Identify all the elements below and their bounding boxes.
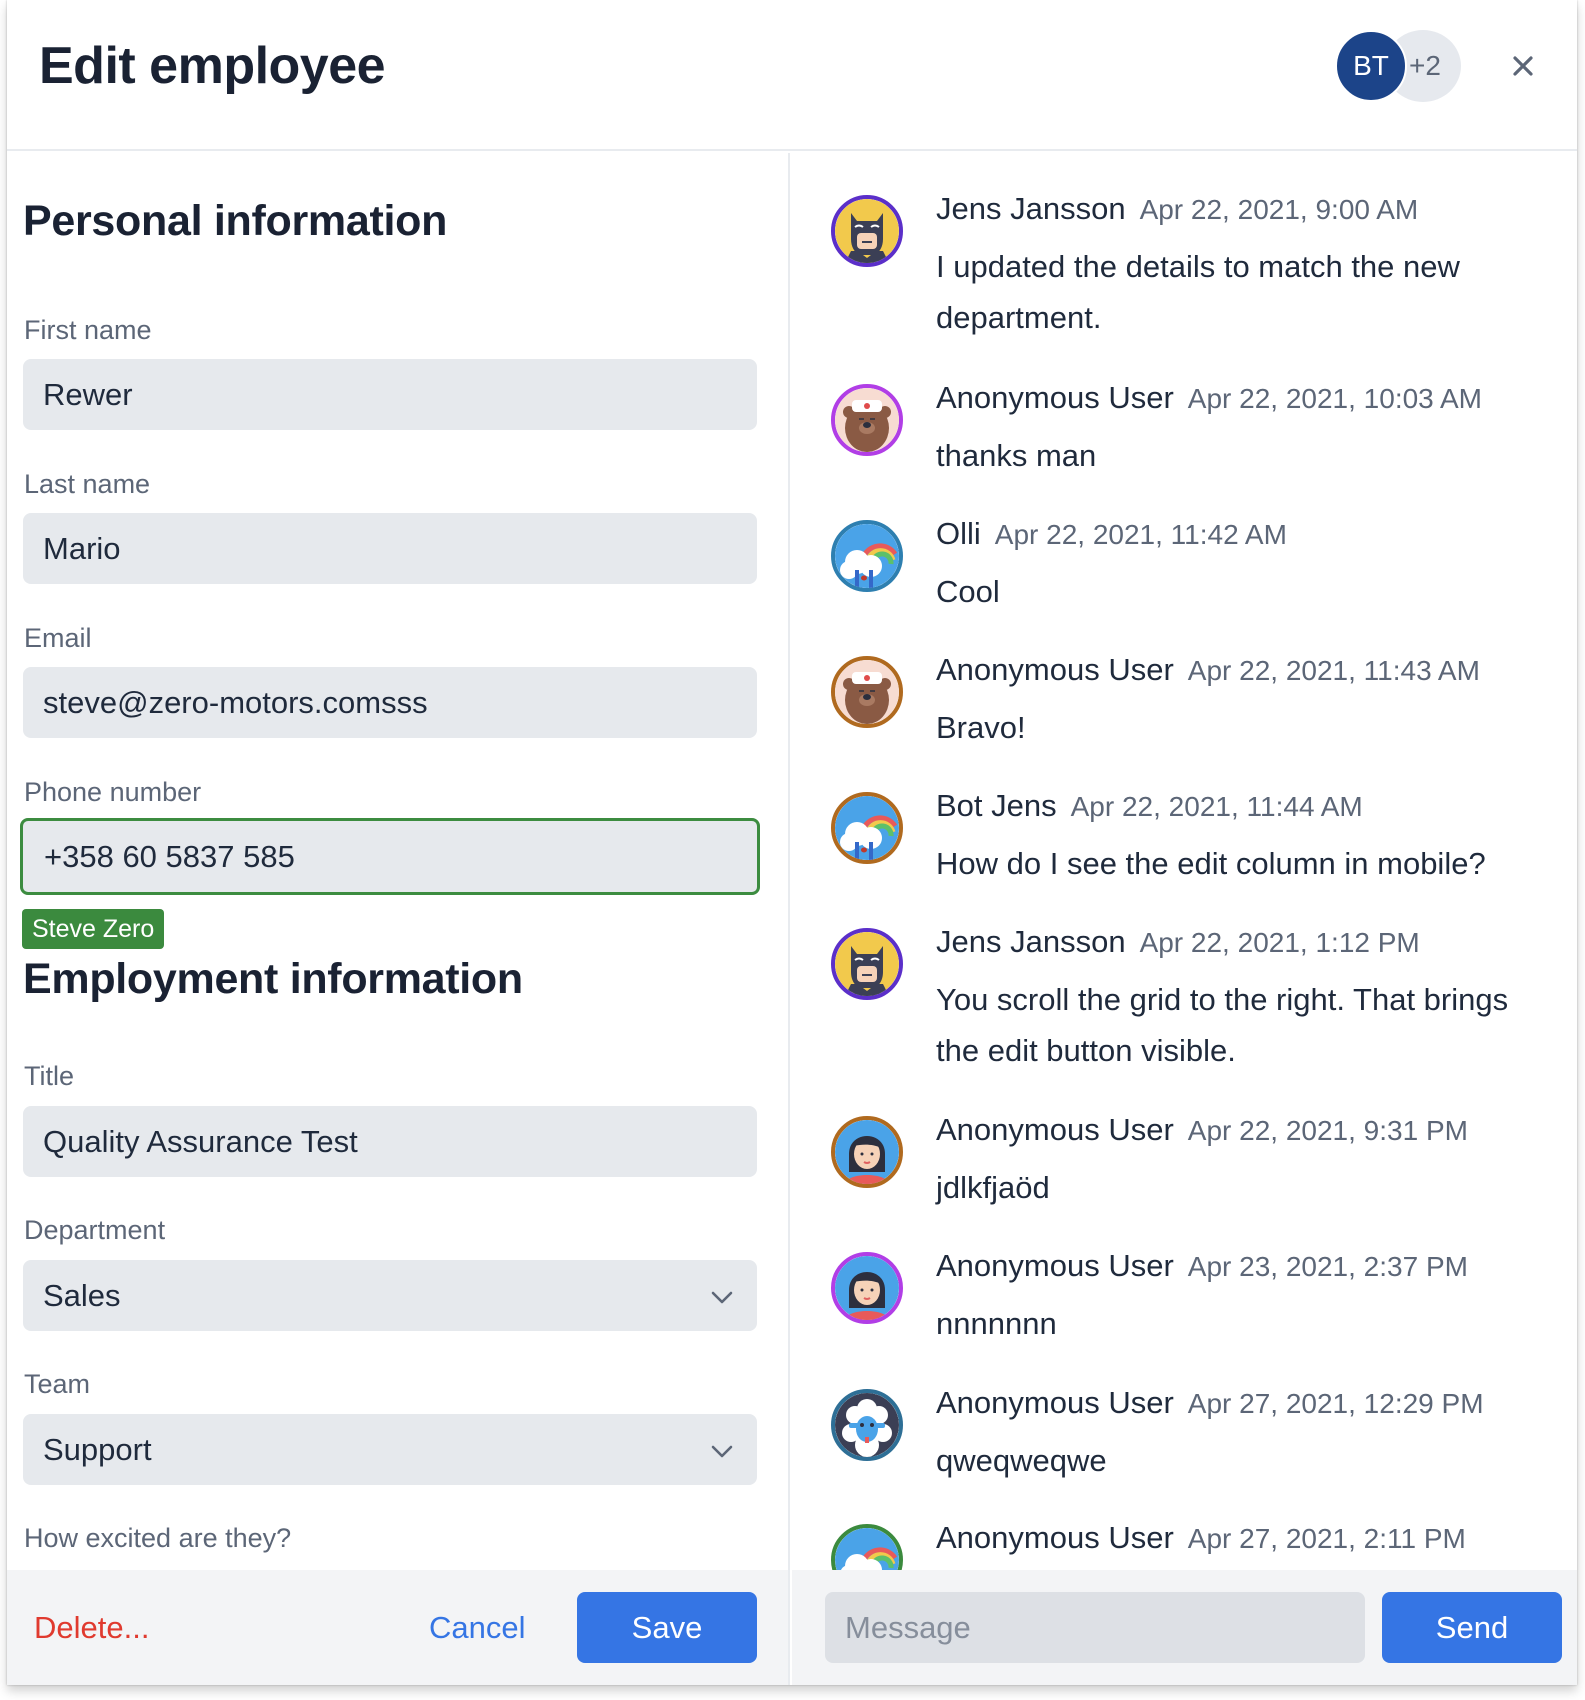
phone-label: Phone number	[24, 777, 202, 807]
author-name: Anonymous User	[936, 652, 1174, 687]
message-text: Cool	[936, 574, 1000, 609]
message-timestamp: Apr 22, 2021, 9:00 AM	[1139, 194, 1419, 225]
rainbow-avatar-icon	[831, 520, 903, 592]
message-text: Bravo!	[936, 710, 1026, 745]
title-label: Title	[24, 1061, 75, 1091]
comments-panel[interactable]: Jens Jansson Apr 22, 2021, 9:00 AM I updat…	[792, 153, 1577, 1570]
message-text: How do I see the edit column in mobile?	[936, 846, 1486, 881]
employment-info-heading: Employment information	[23, 955, 523, 1003]
first-name-label: First name	[24, 315, 152, 345]
delete-button[interactable]: Delete...	[34, 1592, 149, 1663]
message-timestamp: Apr 23, 2021, 2:37 PM	[1187, 1251, 1468, 1282]
close-icon	[1513, 56, 1533, 76]
message-author: Jens Jansson Apr 22, 2021, 1:12 PM	[936, 924, 1420, 960]
message-timestamp: Apr 22, 2021, 9:31 PM	[1187, 1115, 1468, 1146]
message-author: Bot Jens Apr 22, 2021, 11:44 AM	[936, 788, 1363, 824]
bear-avatar-icon	[831, 384, 903, 456]
phone-field[interactable]: +358 60 5837 585	[20, 818, 760, 895]
team-value: Support	[43, 1431, 152, 1467]
message-author: Anonymous User Apr 27, 2021, 2:11 PM	[936, 1520, 1466, 1556]
chevron-down-icon	[711, 1291, 733, 1304]
message-author: Anonymous User Apr 22, 2021, 9:31 PM	[936, 1112, 1468, 1148]
message-author: Anonymous User Apr 22, 2021, 10:03 AM	[936, 380, 1482, 416]
dialog-title: Edit employee	[39, 37, 386, 95]
rainbow-avatar-icon	[831, 792, 903, 864]
message-timestamp: Apr 22, 2021, 1:12 PM	[1139, 927, 1420, 958]
message-author: Jens Jansson Apr 22, 2021, 9:00 AM	[936, 191, 1418, 227]
message-timestamp: Apr 22, 2021, 10:03 AM	[1187, 383, 1482, 414]
message-text: thanks man	[936, 438, 1097, 473]
batman-avatar-icon	[831, 928, 903, 1000]
message-text: I updated the details to match the new d…	[936, 249, 1460, 335]
author-name: Anonymous User	[936, 1112, 1174, 1147]
message-timestamp: Apr 22, 2021, 11:42 AM	[994, 519, 1287, 550]
message-text: jdlkfjaöd	[936, 1170, 1050, 1205]
message-timestamp: Apr 27, 2021, 2:11 PM	[1187, 1523, 1466, 1554]
bear-avatar-icon	[831, 656, 903, 728]
dialog-header: Edit employee BT +2	[7, 0, 1577, 151]
personal-info-heading: Personal information	[23, 197, 448, 245]
message-text: nnnnnnn	[936, 1306, 1057, 1341]
last-name-field[interactable]: Mario	[23, 513, 757, 584]
message-author: Anonymous User Apr 22, 2021, 11:43 AM	[936, 652, 1480, 688]
girl-avatar-icon	[831, 1116, 903, 1188]
user-avatar[interactable]: BT	[1335, 30, 1407, 102]
rainbow-avatar-icon	[831, 1524, 903, 1570]
sheep-avatar-icon	[831, 1389, 903, 1461]
message-author: Anonymous User Apr 27, 2021, 12:29 PM	[936, 1385, 1484, 1421]
author-name: Jens Jansson	[936, 924, 1126, 959]
message-author: Anonymous User Apr 23, 2021, 2:37 PM	[936, 1248, 1468, 1284]
message-timestamp: Apr 22, 2021, 11:44 AM	[1070, 791, 1363, 822]
department-select[interactable]: Sales	[23, 1260, 757, 1331]
message-text: qweqweqwe	[936, 1443, 1107, 1478]
department-label: Department	[24, 1215, 166, 1245]
cancel-button[interactable]: Cancel	[429, 1592, 526, 1663]
message-input[interactable]	[825, 1592, 1365, 1663]
author-name: Olli	[936, 516, 981, 551]
form-footer: Delete... Cancel Save	[7, 1570, 790, 1685]
employee-form: Personal information First name Rewer La…	[7, 153, 790, 1570]
email-label: Email	[24, 623, 92, 653]
edit-employee-dialog: Edit employee BT +2 Personal information…	[7, 0, 1577, 1685]
message-timestamp: Apr 27, 2021, 12:29 PM	[1187, 1388, 1484, 1419]
batman-avatar-icon	[831, 195, 903, 267]
message-timestamp: Apr 22, 2021, 11:43 AM	[1187, 655, 1480, 686]
presence-avatar-group[interactable]: BT +2	[1335, 30, 1465, 102]
message-author: Olli Apr 22, 2021, 11:42 AM	[936, 516, 1287, 552]
team-select[interactable]: Support	[23, 1414, 757, 1485]
send-button[interactable]: Send	[1382, 1592, 1562, 1663]
message-text: You scroll the grid to the right. That b…	[936, 982, 1509, 1068]
title-field[interactable]: Quality Assurance Test	[23, 1106, 757, 1177]
girl-avatar-icon	[831, 1252, 903, 1324]
author-name: Jens Jansson	[936, 191, 1126, 226]
team-label: Team	[24, 1369, 91, 1399]
message-composer: Send	[792, 1570, 1577, 1685]
author-name: Anonymous User	[936, 380, 1174, 415]
collaborator-badge: Steve Zero	[22, 909, 165, 949]
author-name: Anonymous User	[936, 1520, 1174, 1555]
excitement-label: How excited are they?	[24, 1523, 292, 1553]
first-name-field[interactable]: Rewer	[23, 359, 757, 430]
department-value: Sales	[43, 1277, 121, 1313]
author-name: Anonymous User	[936, 1248, 1174, 1283]
email-field[interactable]: steve@zero-motors.comsss	[23, 667, 757, 738]
chevron-down-icon	[711, 1445, 733, 1458]
save-button[interactable]: Save	[577, 1592, 757, 1663]
last-name-label: Last name	[24, 469, 151, 499]
author-name: Bot Jens	[936, 788, 1057, 823]
close-button[interactable]	[1503, 46, 1543, 86]
author-name: Anonymous User	[936, 1385, 1174, 1420]
